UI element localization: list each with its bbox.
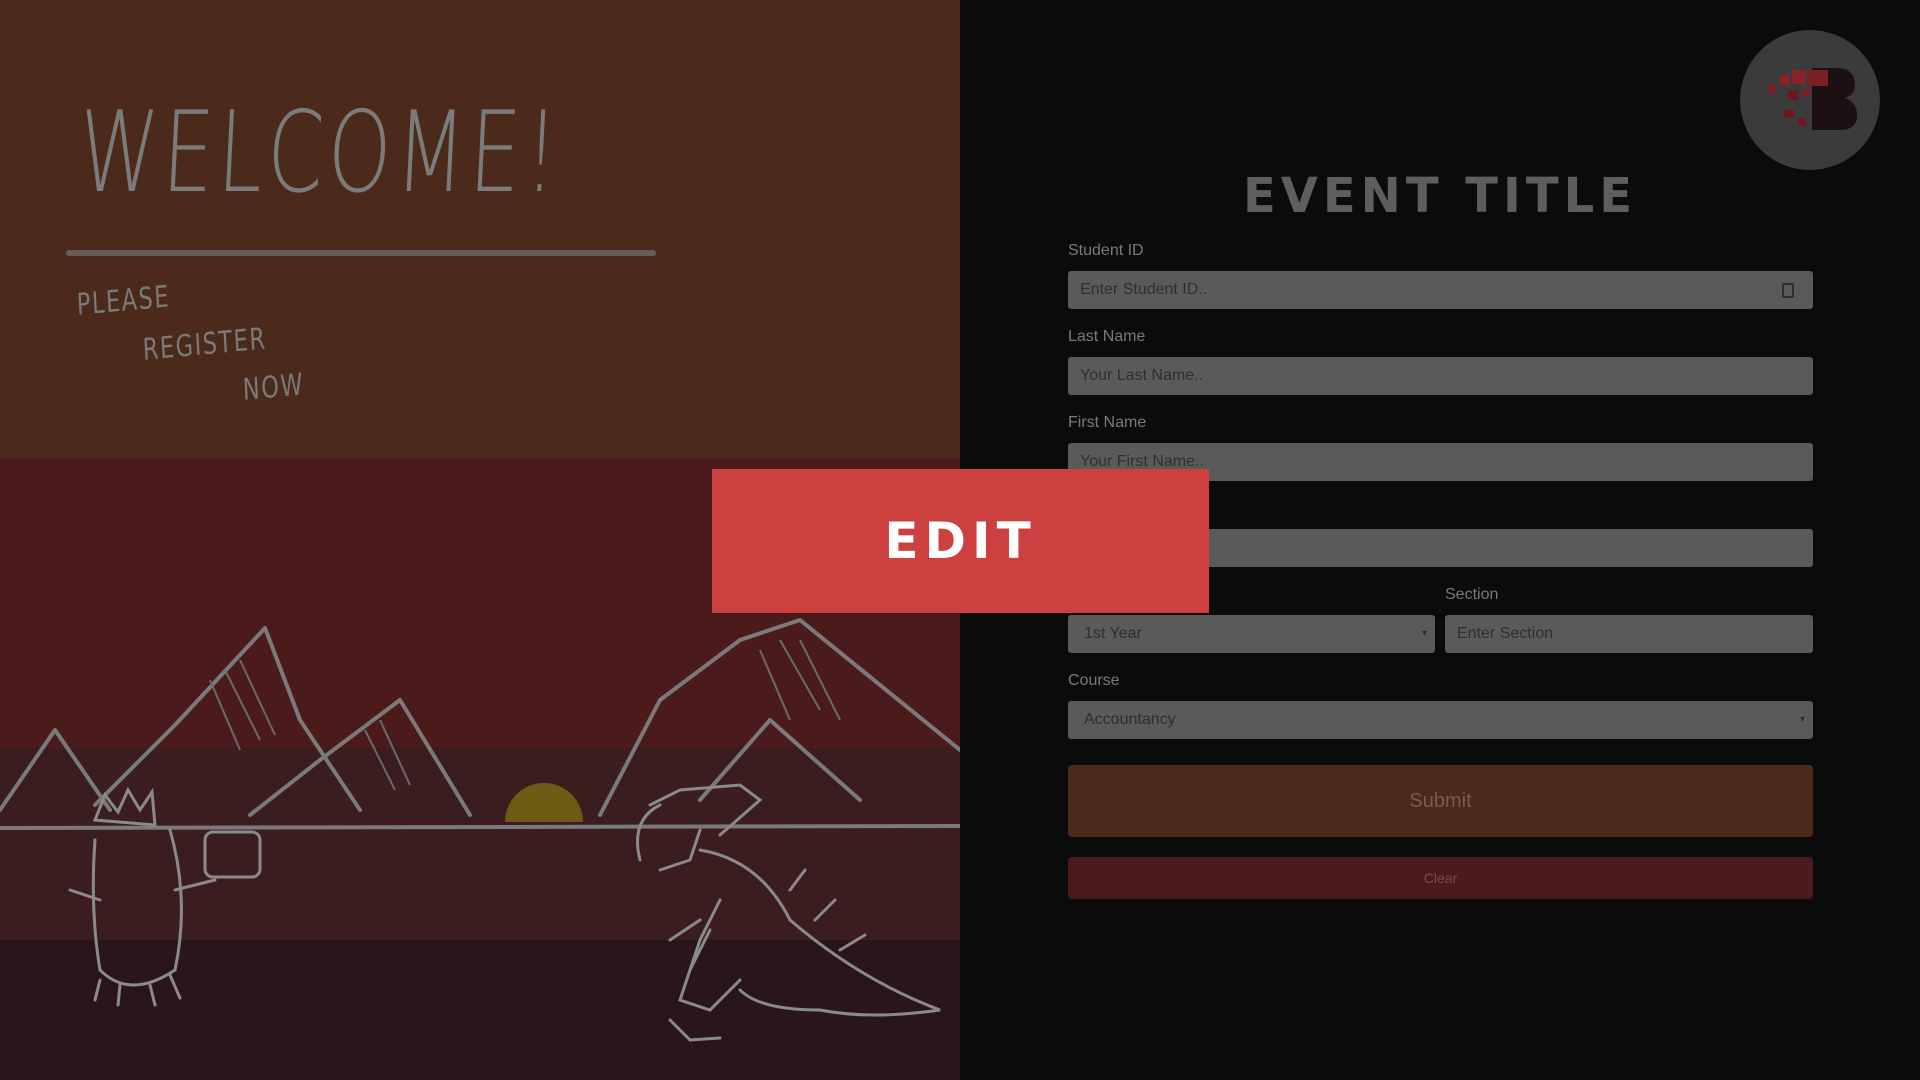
welcome-underline: [66, 250, 656, 256]
course-select-value: Accountancy: [1084, 711, 1176, 728]
b-pixel-logo-icon: [1740, 30, 1880, 170]
crowned-creature: [68, 786, 262, 1007]
course-select[interactable]: Accountancy ▾: [1068, 701, 1813, 739]
last-name-input[interactable]: [1068, 357, 1813, 395]
logo-mark: [1768, 68, 1857, 130]
section-input[interactable]: [1445, 615, 1813, 653]
dinosaur-creature: [636, 783, 941, 1042]
mountain-range: [0, 618, 960, 830]
event-title: EVENT TITLE: [1242, 168, 1638, 224]
year-select[interactable]: 1st Year ▾: [1068, 615, 1435, 653]
chevron-down-icon: ▾: [1799, 714, 1805, 725]
submit-button[interactable]: Submit: [1068, 765, 1813, 837]
student-id-label: Student ID: [1068, 242, 1144, 259]
first-name-label: First Name: [1068, 414, 1147, 431]
student-id-input[interactable]: [1068, 271, 1813, 309]
id-card-icon[interactable]: [1782, 283, 1794, 298]
chevron-down-icon: ▾: [1421, 628, 1427, 639]
edit-button[interactable]: EDIT: [712, 469, 1209, 613]
edit-button-label: EDIT: [884, 512, 1037, 570]
section-label: Section: [1445, 586, 1499, 603]
welcome-heading: WELCOME!: [75, 88, 565, 218]
year-select-value: 1st Year: [1084, 625, 1142, 642]
last-name-label: Last Name: [1068, 328, 1146, 345]
handwriting-now: NOW: [242, 367, 305, 408]
course-label: Course: [1068, 672, 1120, 689]
dinosaur-mountain-scene: [0, 618, 960, 1042]
clear-button[interactable]: Clear: [1068, 857, 1813, 899]
sky-band: [0, 0, 960, 458]
sun-shape: [505, 783, 583, 822]
mountain-hatching: [209, 639, 841, 791]
